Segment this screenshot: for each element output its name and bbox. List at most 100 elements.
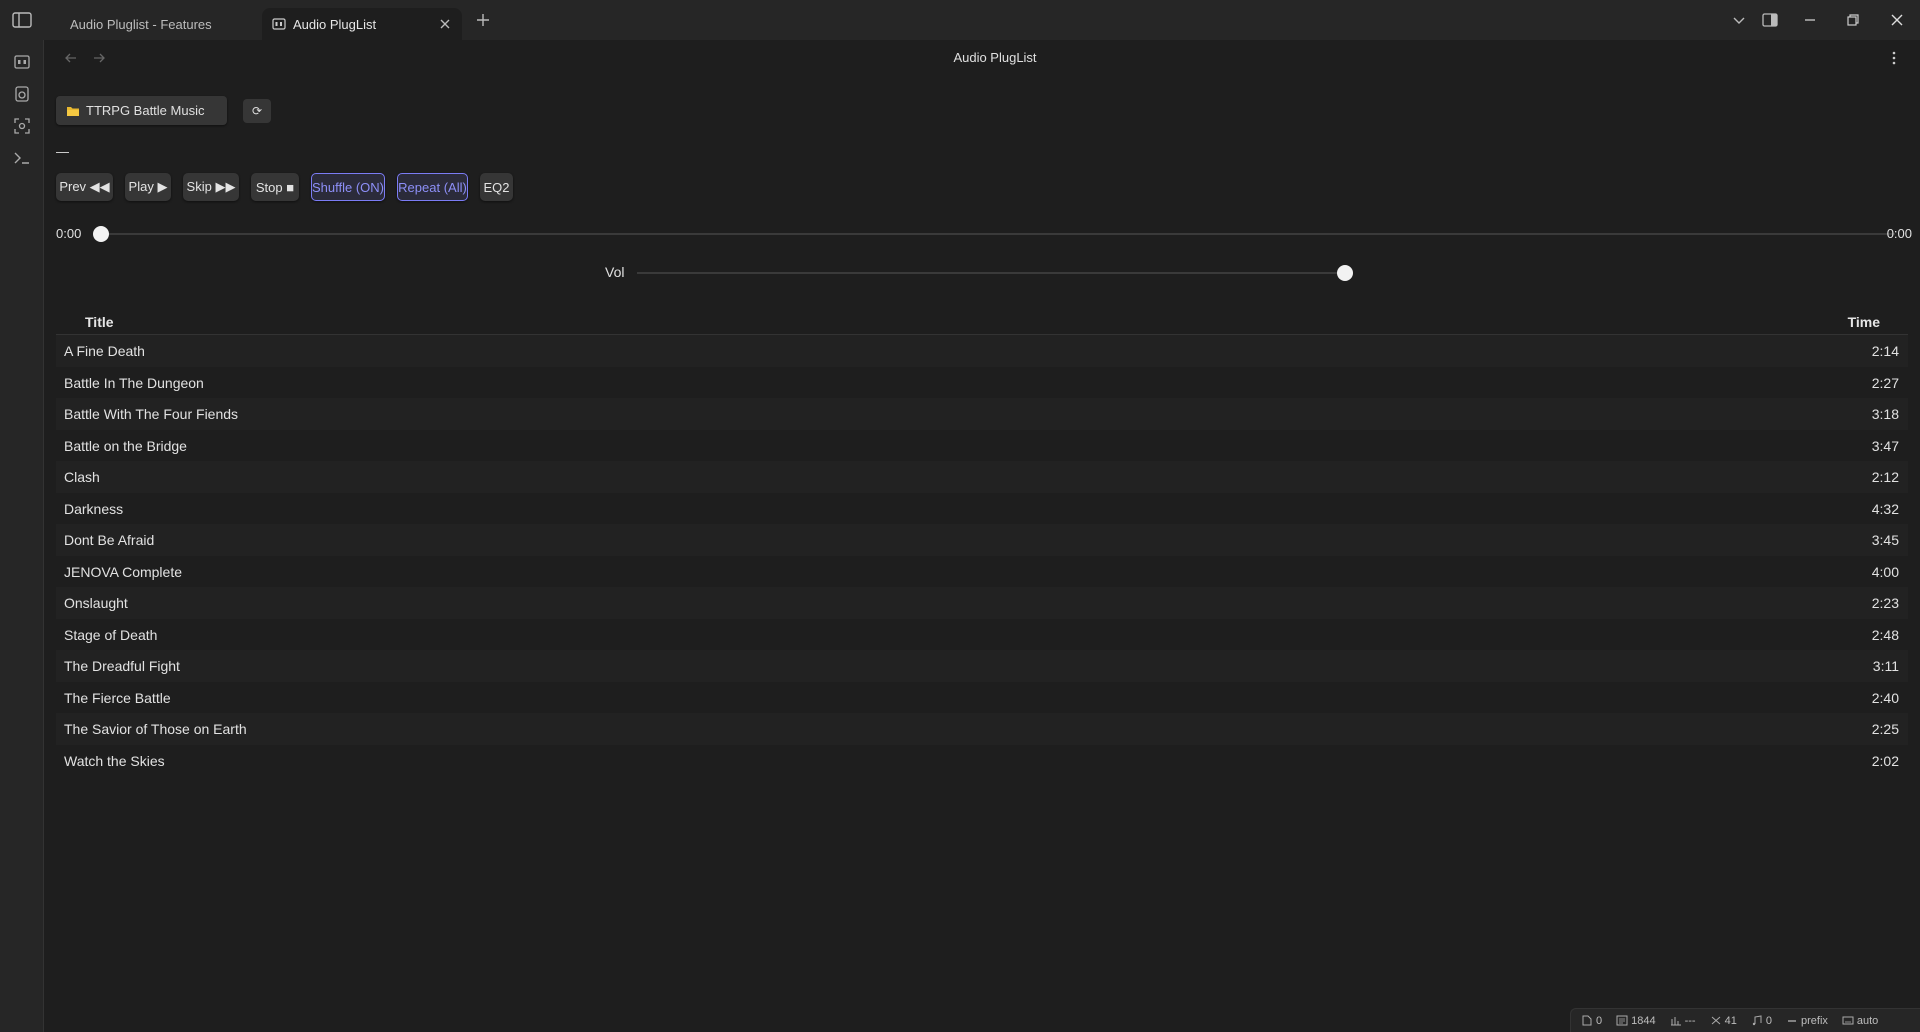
speaker-icon[interactable]	[12, 84, 32, 104]
audio-pluglist-view: TTRPG Battle Music ⟳ — Prev ◀◀ Play ▶ Sk…	[45, 76, 1920, 1006]
now-playing: —	[56, 144, 69, 159]
dash-icon	[1787, 1020, 1796, 1022]
more-options-icon[interactable]	[1886, 50, 1902, 66]
audio-player-icon	[272, 18, 286, 30]
chart-status[interactable]: ---	[1670, 1015, 1696, 1027]
sidebar-toggle-icon[interactable]	[10, 10, 34, 30]
table-row[interactable]: Watch the Skies 2:02	[56, 745, 1908, 777]
track-duration: 2:25	[1871, 721, 1899, 737]
track-duration: 2:23	[1871, 595, 1899, 611]
backlinks-count[interactable]: 0	[1581, 1015, 1602, 1027]
track-title: A Fine Death	[64, 343, 145, 359]
tab-audio-pluglist[interactable]: Audio PlugList	[262, 8, 462, 40]
table-row[interactable]: Battle on the Bridge 3:47	[56, 430, 1908, 462]
track-duration: 2:27	[1871, 374, 1899, 391]
table-row[interactable]: Onslaught 2:23	[56, 587, 1908, 619]
eq-button[interactable]: EQ2	[480, 173, 513, 201]
stop-button[interactable]: Stop ■	[251, 173, 299, 201]
track-title: Battle on the Bridge	[64, 437, 187, 454]
prev-button[interactable]: Prev ◀◀	[56, 173, 113, 201]
close-icon[interactable]	[438, 17, 452, 31]
track-duration: 3:45	[1871, 532, 1899, 548]
track-title: Darkness	[64, 500, 124, 517]
track-duration: 2:12	[1871, 469, 1899, 485]
playlist-table: Title Time A Fine Death 2:14 Battle In The…	[56, 312, 1908, 776]
status-bar: 0 1844 --- 41 0 prefix auto	[1570, 1008, 1920, 1032]
scan-icon[interactable]	[12, 116, 32, 136]
track-duration: 2:48	[1871, 626, 1899, 643]
repeat-button[interactable]: Repeat (All)	[397, 173, 468, 201]
tab-audio-pluglist-features[interactable]: Audio Pluglist - Features	[56, 8, 256, 40]
seek-slider[interactable]	[100, 233, 1895, 235]
note-icon	[1752, 1015, 1762, 1026]
column-header-title[interactable]: Title	[85, 314, 114, 330]
track-title: The Savior of Those on Earth	[64, 721, 247, 737]
keyboard-icon	[1842, 1016, 1854, 1025]
skip-button[interactable]: Skip ▶▶	[183, 173, 239, 201]
tab-label: Audio Pluglist - Features	[70, 16, 212, 32]
table-row[interactable]: Clash 2:12	[56, 461, 1908, 493]
refresh-button[interactable]: ⟳	[243, 99, 271, 123]
track-title: Stage of Death	[64, 626, 158, 643]
chevron-down-icon[interactable]	[1730, 11, 1748, 29]
notes-count[interactable]: 0	[1751, 1015, 1772, 1027]
new-tab-icon[interactable]	[474, 11, 492, 29]
table-row[interactable]: Battle With The Four Fiends 3:18	[56, 398, 1908, 430]
track-duration: 4:00	[1871, 563, 1899, 580]
track-duration: 2:02	[1871, 752, 1899, 769]
tab-bar: Audio Pluglist - Features Audio PlugList	[0, 0, 1920, 40]
table-row[interactable]: JENOVA Complete 4:00	[56, 556, 1908, 588]
close-window-icon[interactable]	[1888, 11, 1906, 29]
track-duration: 2:40	[1871, 689, 1899, 706]
view-header: Audio PlugList	[45, 40, 1920, 76]
table-row[interactable]: The Savior of Those on Earth 2:25	[56, 713, 1908, 745]
table-row[interactable]: The Dreadful Fight 3:11	[56, 650, 1908, 682]
table-row[interactable]: Darkness 4:32	[56, 493, 1908, 525]
table-row[interactable]: A Fine Death 2:14	[56, 335, 1908, 367]
track-duration: 3:47	[1871, 437, 1899, 454]
restore-icon[interactable]	[1844, 11, 1862, 29]
track-title: Onslaught	[64, 595, 128, 611]
folder-select-button[interactable]: TTRPG Battle Music	[56, 96, 227, 125]
track-duration: 2:14	[1871, 343, 1899, 359]
folder-icon	[67, 106, 79, 116]
shuffle-button[interactable]: Shuffle (ON)	[311, 173, 385, 201]
track-title: Battle In The Dungeon	[64, 374, 204, 391]
bar-chart-icon	[1670, 1017, 1681, 1026]
right-sidebar-toggle-icon[interactable]	[1761, 11, 1779, 29]
file-icon	[1582, 1015, 1592, 1026]
track-duration: 3:18	[1871, 406, 1899, 422]
view-title: Audio PlugList	[953, 50, 1037, 65]
play-button[interactable]: Play ▶	[125, 173, 171, 201]
seek-slider-thumb[interactable]	[93, 226, 109, 242]
track-title: JENOVA Complete	[64, 563, 183, 580]
prefix-status[interactable]: prefix	[1786, 1015, 1828, 1027]
left-ribbon	[0, 40, 44, 1032]
document-icon	[1616, 1015, 1628, 1026]
total-time: 0:00	[1886, 226, 1912, 241]
audio-player-icon[interactable]	[12, 52, 32, 72]
folder-label: TTRPG Battle Music	[86, 103, 205, 118]
column-header-time[interactable]: Time	[1848, 314, 1880, 330]
terminal-icon[interactable]	[12, 148, 32, 168]
link-icon	[1711, 1016, 1720, 1025]
volume-slider[interactable]	[637, 272, 1352, 274]
track-title: The Dreadful Fight	[64, 658, 180, 674]
word-count[interactable]: 1844	[1616, 1015, 1656, 1027]
track-title: Battle With The Four Fiends	[64, 406, 239, 422]
minimize-icon[interactable]	[1801, 11, 1819, 29]
table-row[interactable]: Battle In The Dungeon 2:27	[56, 367, 1908, 399]
track-title: Watch the Skies	[64, 752, 165, 769]
current-time: 0:00	[56, 226, 82, 241]
table-row[interactable]: Dont Be Afraid 3:45	[56, 524, 1908, 556]
table-row[interactable]: The Fierce Battle 2:40	[56, 682, 1908, 714]
track-title: Clash	[64, 469, 100, 485]
links-count[interactable]: 41	[1710, 1015, 1737, 1027]
track-duration: 3:11	[1872, 658, 1899, 674]
volume-slider-thumb[interactable]	[1337, 265, 1353, 281]
volume-label: Vol	[605, 264, 625, 280]
tab-label: Audio PlugList	[293, 16, 377, 32]
table-row[interactable]: Stage of Death 2:48	[56, 619, 1908, 651]
table-body: A Fine Death 2:14 Battle In The Dungeon 2:2…	[56, 335, 1908, 776]
mode-status[interactable]: auto	[1842, 1015, 1878, 1027]
